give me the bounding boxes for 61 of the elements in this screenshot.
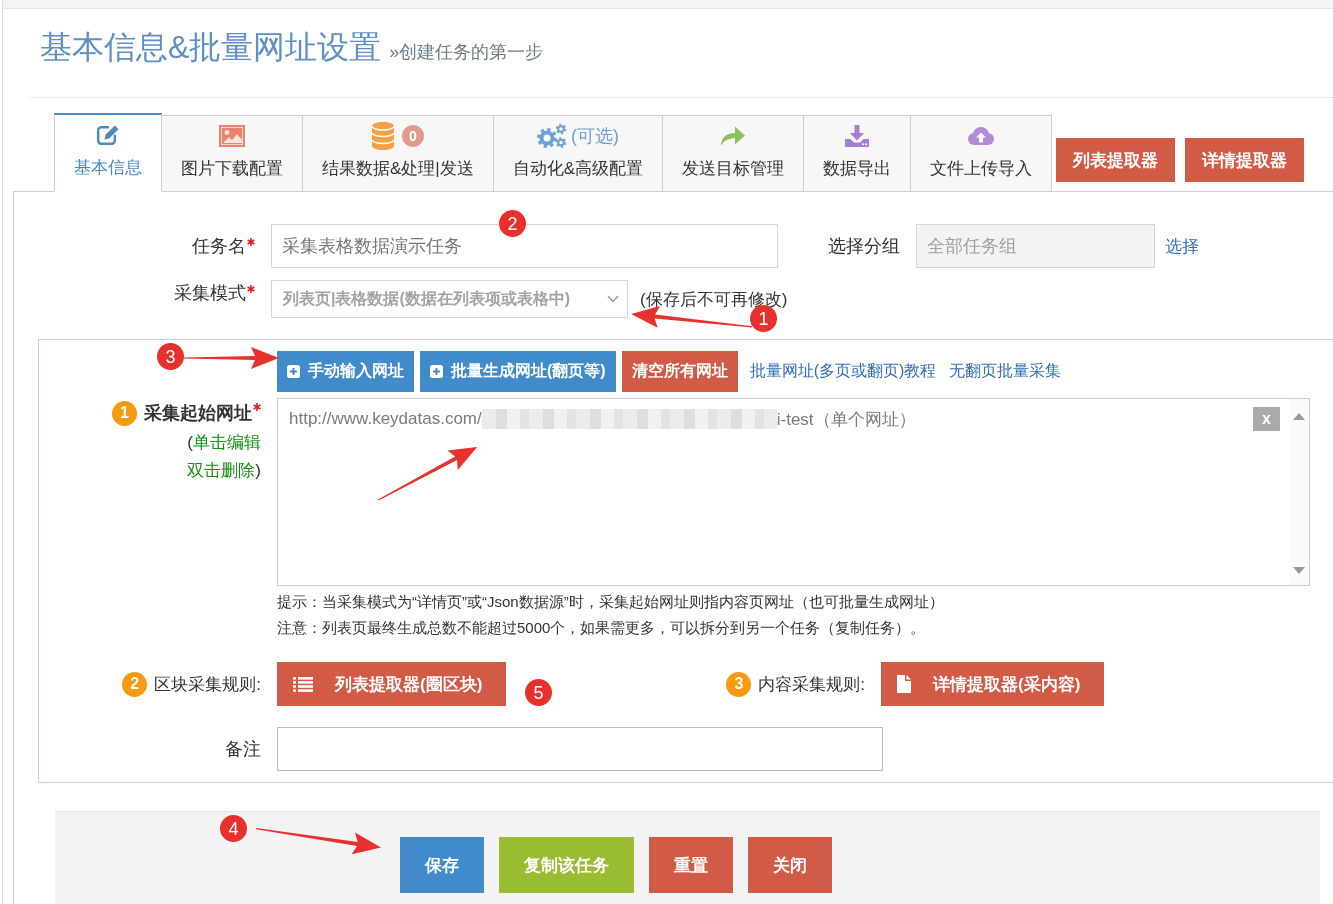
hint-text: 提示：当采集模式为“详情页”或“Json数据源”时，采集起始网址则指内容页网址（也可批量生成网址） <box>277 592 945 612</box>
tab[interactable]: 发送目标管理 <box>663 115 805 192</box>
annotation-marker: 5 <box>525 679 552 706</box>
optional-note: (可选) <box>570 125 619 148</box>
tab[interactable]: 图片下载配置 <box>162 115 303 192</box>
url-text: i-test（单个网址） <box>776 408 916 431</box>
url-action-button[interactable]: 手动输入网址 <box>277 351 414 392</box>
download-icon <box>845 125 870 147</box>
cloud-upload-icon <box>967 126 996 146</box>
action-button[interactable]: 重置 <box>649 837 733 893</box>
annotation-marker: 3 <box>157 343 184 370</box>
step-badge: 3 <box>726 671 752 697</box>
action-button[interactable]: 复制该任务 <box>499 837 634 893</box>
field-label: 任务名 <box>192 235 246 258</box>
gears-icon <box>536 123 567 149</box>
hint-text: 注意：列表页最终生成总数不能超过5000个，如果需更多，可以拆分到另一个任务（复制任务）。 <box>277 618 927 638</box>
chevron-down-icon <box>607 295 619 303</box>
action-button[interactable]: 保存 <box>400 837 484 893</box>
image-icon <box>219 125 245 147</box>
scroll-down-icon[interactable] <box>1293 567 1305 574</box>
field-label: 备注 <box>225 738 261 761</box>
annotation-marker: 2 <box>499 210 526 237</box>
tab[interactable]: 0 结果数据&处理|发送 <box>303 115 494 192</box>
remove-url-button[interactable]: x <box>1253 407 1280 431</box>
field-label: 采集起始网址 <box>144 402 252 425</box>
field-label: 采集模式 <box>174 282 246 305</box>
step-badge: 1 <box>112 400 137 426</box>
url-action-button[interactable]: 批量生成网址(翻页等) <box>420 351 616 392</box>
help-link[interactable]: 无翻页批量采集 <box>949 361 1062 382</box>
url-text: http://www.keydatas.com/ <box>289 409 482 429</box>
list-icon <box>293 676 313 692</box>
extractor-button[interactable]: 详情提取器 <box>1185 138 1305 182</box>
field-label: 选择分组 <box>828 235 900 258</box>
extractor-button[interactable]: 详情提取器(采内容) <box>881 662 1105 706</box>
scrollbar[interactable] <box>1289 399 1309 585</box>
file-icon <box>897 675 912 693</box>
page-title: 基本信息&批量网址设置 <box>40 28 382 67</box>
step-badge: 2 <box>122 671 148 697</box>
help-link[interactable]: 批量网址(多页或翻页)教程 <box>749 361 937 382</box>
extractor-button[interactable]: 列表提取器(圈区块) <box>277 662 507 706</box>
share-arrow-icon <box>720 125 747 147</box>
scroll-up-icon[interactable] <box>1293 413 1305 420</box>
remark-field[interactable] <box>277 727 883 771</box>
field-label: 区块采集规则: <box>154 673 261 696</box>
action-button[interactable]: 关闭 <box>748 837 832 893</box>
database-icon <box>371 122 394 150</box>
count-badge: 0 <box>401 125 424 147</box>
page-subtitle: »创建任务的第一步 <box>389 41 544 64</box>
edit-hint: (单击编辑 双击删除) <box>187 432 261 482</box>
plus-icon <box>430 365 443 378</box>
edit-icon <box>96 124 120 146</box>
field-label: 内容采集规则: <box>758 673 866 696</box>
url-list-field[interactable]: http://www.keydatas.com/ i-test（单个网址） x <box>277 398 1310 586</box>
mode-select[interactable]: 列表页|表格数据(数据在列表项或表格中) <box>271 280 628 318</box>
url-action-button[interactable]: 清空所有网址 <box>621 351 738 392</box>
plus-icon <box>287 365 300 378</box>
extractor-button[interactable]: 列表提取器 <box>1056 138 1176 182</box>
tab[interactable]: 基本信息 <box>54 113 162 192</box>
tab[interactable]: 文件上传导入 <box>911 115 1053 192</box>
tab[interactable]: 数据导出 <box>804 115 912 192</box>
tab[interactable]: (可选) 自动化&高级配置 <box>493 115 664 192</box>
